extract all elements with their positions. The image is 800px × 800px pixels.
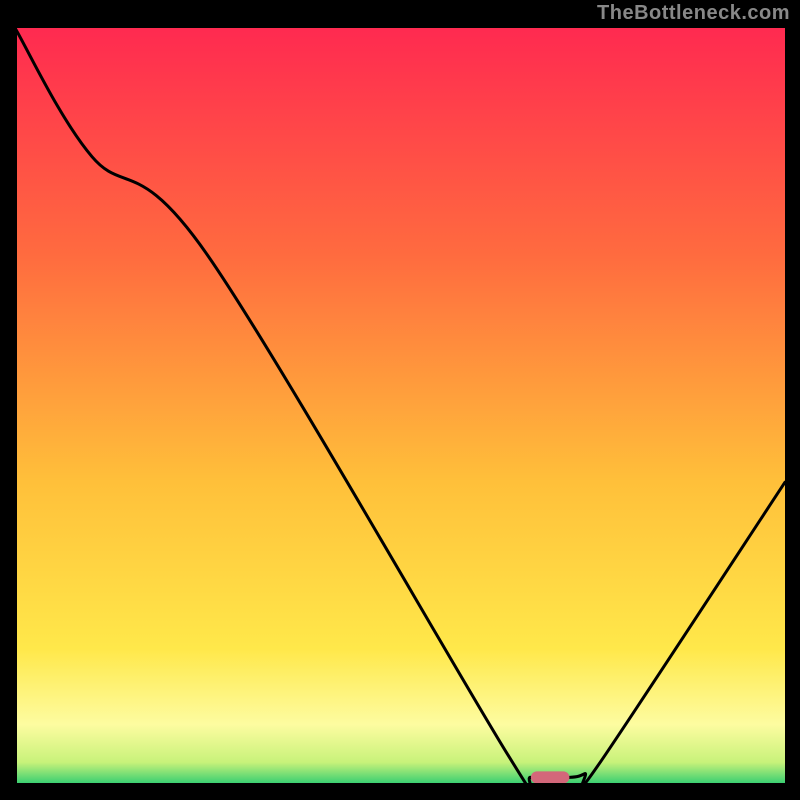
gradient-background	[15, 28, 785, 785]
watermark-label: TheBottleneck.com	[597, 2, 790, 25]
chart-container: TheBottleneck.com	[0, 0, 800, 800]
chart-svg	[15, 28, 785, 785]
optimal-marker	[531, 771, 570, 783]
plot-area	[15, 28, 785, 785]
